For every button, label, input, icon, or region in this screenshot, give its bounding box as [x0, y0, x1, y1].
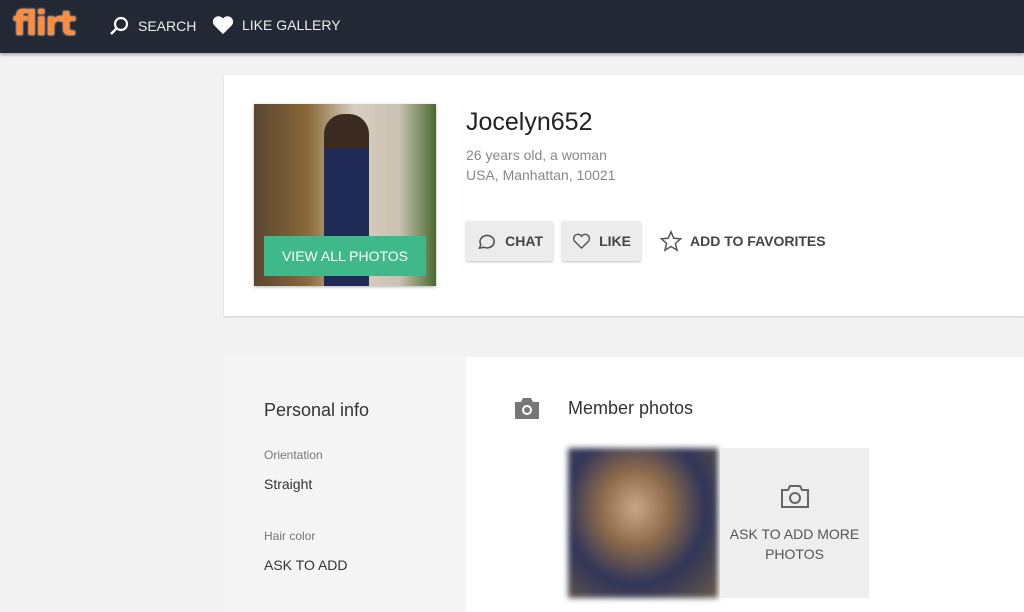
- chat-bubble-icon: [478, 234, 495, 250]
- add-to-favorites-button[interactable]: ADD TO FAVORITES: [660, 230, 826, 252]
- camera-icon: [515, 398, 539, 419]
- like-button[interactable]: LIKE: [562, 221, 641, 261]
- member-photo-thumbnail[interactable]: [568, 448, 718, 598]
- username: Jocelyn652: [466, 108, 593, 136]
- search-icon: [110, 16, 129, 35]
- view-all-photos-button[interactable]: VIEW ALL PHOTOS: [264, 236, 426, 276]
- ask-to-add-more-photos-button[interactable]: ASK TO ADD MORE PHOTOS: [720, 448, 869, 598]
- star-outline-icon: [660, 230, 682, 252]
- member-photos-title: Member photos: [568, 398, 694, 418]
- top-nav-bar: flirt SEARCH LIKE GALLERY: [0, 0, 1024, 53]
- flirt-logo[interactable]: flirt: [13, 4, 76, 44]
- age-gender: 26 years old, a woman: [466, 147, 607, 163]
- nav-search[interactable]: SEARCH: [108, 15, 196, 37]
- nav-search-label: SEARCH: [138, 18, 197, 34]
- like-label: LIKE: [599, 233, 631, 249]
- camera-outline-icon: [780, 485, 809, 508]
- heart-icon: [212, 16, 234, 35]
- nav-like-gallery[interactable]: LIKE GALLERY: [212, 15, 341, 35]
- orientation-label: Orientation: [264, 448, 323, 462]
- personal-info-panel: [224, 357, 466, 612]
- heart-outline-icon: [573, 233, 591, 250]
- chat-button[interactable]: CHAT: [466, 221, 553, 261]
- profile-photo[interactable]: VIEW ALL PHOTOS: [254, 104, 436, 286]
- ask-more-label: ASK TO ADD MORE PHOTOS: [729, 526, 860, 562]
- chat-label: CHAT: [505, 233, 543, 249]
- add-to-favorites-label: ADD TO FAVORITES: [690, 233, 826, 249]
- personal-info-title: Personal info: [264, 400, 370, 420]
- location: USA, Manhattan, 10021: [466, 167, 616, 183]
- orientation-value: Straight: [264, 476, 313, 492]
- nav-like-gallery-label: LIKE GALLERY: [242, 17, 341, 33]
- hair-color-ask-to-add[interactable]: ASK TO ADD: [264, 557, 348, 573]
- hair-color-label: Hair color: [264, 529, 316, 543]
